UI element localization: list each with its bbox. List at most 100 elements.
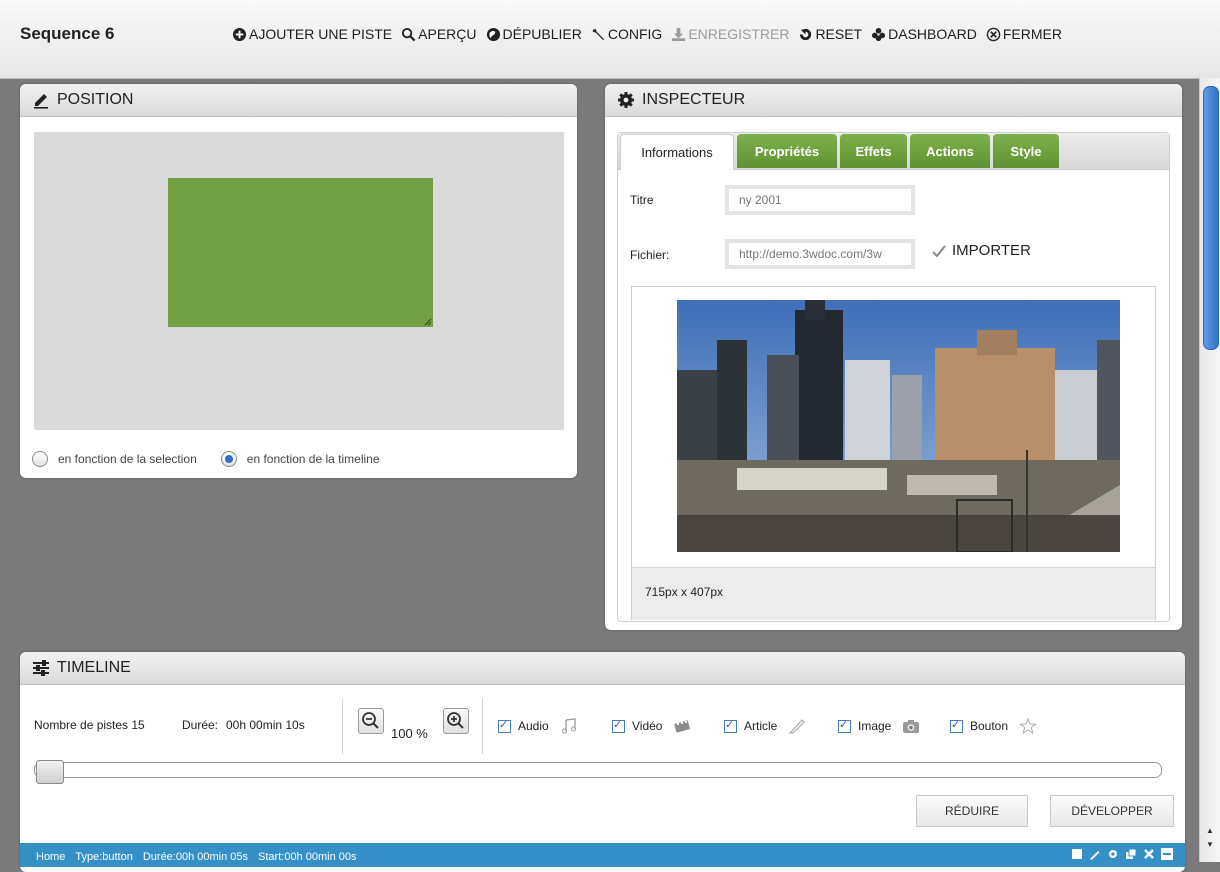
duplicate-icon[interactable] xyxy=(1125,848,1137,860)
import-label: IMPORTER xyxy=(952,242,1031,259)
develop-button[interactable]: DÉVELOPPER xyxy=(1050,795,1174,827)
tab-style[interactable]: Style xyxy=(993,134,1059,168)
tracks-count: Nombre de pistes 15 xyxy=(34,718,145,732)
button-checkbox[interactable] xyxy=(950,718,963,733)
separator xyxy=(482,698,483,754)
page-scrollbar[interactable]: ▲ ▼ xyxy=(1199,78,1220,862)
audio-checkbox[interactable] xyxy=(498,718,511,733)
article-checkbox[interactable] xyxy=(724,718,737,733)
titre-input[interactable] xyxy=(725,185,915,215)
fichier-input[interactable] xyxy=(725,239,915,269)
gear-icon xyxy=(618,92,634,108)
pencil-icon xyxy=(788,719,806,734)
film-icon xyxy=(674,720,691,733)
status-start: Start:00h 00min 00s xyxy=(258,851,357,863)
minimize-icon[interactable] xyxy=(1161,848,1173,860)
filter-article[interactable]: Article xyxy=(724,718,806,734)
zoom-out-icon[interactable] xyxy=(358,708,384,734)
close-circle-icon xyxy=(986,27,1001,41)
timeline-scrubber-thumb[interactable] xyxy=(36,760,64,784)
tab-informations[interactable]: Informations xyxy=(620,134,734,170)
inspector-tabs: Informations Propriétés Effets Actions S… xyxy=(618,133,1169,170)
resize-grip-icon[interactable] xyxy=(423,317,432,326)
radio-selection[interactable] xyxy=(32,451,48,467)
unpublish-label: DÉPUBLIER xyxy=(502,26,582,42)
close-button[interactable]: FERMER xyxy=(986,26,1062,42)
config-button[interactable]: CONFIG xyxy=(591,26,662,42)
filter-audio[interactable]: Audio xyxy=(498,718,578,734)
pencil-icon[interactable] xyxy=(1089,848,1101,860)
tab-effets[interactable]: Effets xyxy=(840,134,907,168)
unpublish-button[interactable]: DÉPUBLIER xyxy=(486,26,582,42)
filter-image[interactable]: Image xyxy=(838,718,920,734)
plus-circle-icon xyxy=(232,27,247,41)
timeline-scrubber-track[interactable] xyxy=(34,762,1162,778)
image-dimensions: 715px x 407px xyxy=(645,585,724,599)
save-label: ENREGISTRER xyxy=(688,26,790,42)
close-label: FERMER xyxy=(1002,26,1062,42)
sequence-title: Sequence 6 xyxy=(20,24,115,43)
image-dimensions-bar: 715px x 407px xyxy=(632,567,1155,620)
image-checkbox[interactable] xyxy=(838,718,851,733)
filter-video[interactable]: Vidéo xyxy=(612,718,691,734)
status-type: Type:button xyxy=(75,851,133,863)
preview-photo xyxy=(677,300,1120,552)
timeline-panel: TIMELINE Nombre de pistes 15 Durée: 00h … xyxy=(20,652,1185,872)
dashboard-label: DASHBOARD xyxy=(888,26,977,42)
position-header: POSITION xyxy=(20,84,577,117)
import-button[interactable]: IMPORTER xyxy=(932,242,1031,259)
square-icon[interactable] xyxy=(1071,848,1083,860)
button-label: Bouton xyxy=(970,719,1009,733)
reduce-button[interactable]: RÉDUIRE xyxy=(916,795,1028,827)
position-canvas[interactable] xyxy=(34,132,564,430)
scroll-down-icon[interactable]: ▼ xyxy=(1206,840,1214,849)
radio-timeline[interactable] xyxy=(220,451,237,467)
video-label: Vidéo xyxy=(632,719,663,733)
video-checkbox[interactable] xyxy=(612,718,625,733)
selected-element-box[interactable] xyxy=(168,178,433,327)
sliders-icon xyxy=(33,660,49,676)
timeline-header: TIMELINE xyxy=(20,652,1185,685)
filter-button[interactable]: Bouton xyxy=(950,718,1037,734)
tab-proprietes[interactable]: Propriétés xyxy=(737,134,837,168)
reset-label: RESET xyxy=(815,26,863,42)
dashboard-icon xyxy=(872,27,886,41)
download-icon xyxy=(672,27,686,41)
save-button[interactable]: ENREGISTRER xyxy=(671,26,789,42)
article-label: Article xyxy=(744,719,778,733)
separator xyxy=(342,698,343,754)
wrench-icon xyxy=(592,28,604,40)
config-label: CONFIG xyxy=(607,26,663,42)
fichier-label: Fichier: xyxy=(630,248,670,262)
zoom-in-icon[interactable] xyxy=(443,708,469,734)
preview-button[interactable]: APERÇU xyxy=(401,26,477,42)
timeline-title: TIMELINE xyxy=(57,659,131,676)
audio-label: Audio xyxy=(518,719,549,733)
toolbar-actions: AJOUTER UNE PISTE APERÇU DÉPUBLIER CONFI… xyxy=(232,26,1062,42)
scroll-up-icon[interactable]: ▲ xyxy=(1206,826,1214,835)
radio-timeline-label: en fonction de la timeline xyxy=(246,452,380,466)
scroll-thumb[interactable] xyxy=(1203,86,1219,350)
globe-icon xyxy=(486,27,500,41)
timeline-status-bar: Home Type:button Durée:00h 00min 05s Sta… xyxy=(20,843,1185,867)
image-label: Image xyxy=(858,719,892,733)
add-track-button[interactable]: AJOUTER UNE PISTE xyxy=(232,26,392,42)
gear-icon[interactable] xyxy=(1107,848,1119,860)
inspector-header: INSPECTEUR xyxy=(605,84,1182,117)
duration-value: 00h 00min 10s xyxy=(226,718,305,732)
titre-label: Titre xyxy=(630,193,654,207)
status-home-link[interactable]: Home xyxy=(36,851,65,863)
delete-icon[interactable] xyxy=(1143,848,1155,860)
camera-icon xyxy=(903,720,920,733)
timeline-controls: Nombre de pistes 15 Durée: 00h 00min 10s… xyxy=(20,684,1185,754)
status-actions xyxy=(1071,848,1173,860)
inspector-body: Informations Propriétés Effets Actions S… xyxy=(617,132,1170,622)
music-note-icon xyxy=(561,718,576,734)
inspector-title: INSPECTEUR xyxy=(642,91,746,108)
reset-button[interactable]: RESET xyxy=(798,26,862,42)
reset-icon xyxy=(800,28,812,40)
status-items: Home Type:button Durée:00h 00min 05s Sta… xyxy=(36,851,356,863)
dashboard-button[interactable]: DASHBOARD xyxy=(871,26,977,42)
tab-actions[interactable]: Actions xyxy=(910,134,990,168)
position-mode-radios: en fonction de la selection en fonction … xyxy=(32,451,404,467)
